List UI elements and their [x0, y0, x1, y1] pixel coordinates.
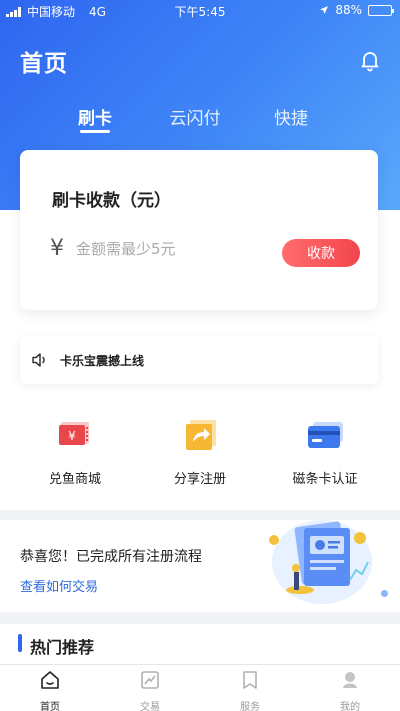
nav-trade[interactable]: 交易 — [100, 669, 200, 711]
announcement-bar[interactable]: 卡乐宝震撼上线 — [20, 336, 378, 384]
amount-input[interactable] — [76, 240, 276, 258]
shop-icon: ¥ — [59, 422, 89, 445]
payment-tabs: 刷卡 云闪付 快捷 — [0, 104, 400, 140]
nav-service-label: 服务 — [240, 702, 260, 711]
tab-swipe-card[interactable]: 刷卡 — [50, 104, 140, 129]
hot-recommend-header: 热门推荐 — [0, 624, 400, 664]
section-title: 热门推荐 — [30, 638, 95, 657]
nav-home[interactable]: 首页 — [0, 669, 100, 711]
service-icon — [243, 671, 257, 689]
announcement-text: 卡乐宝震撼上线 — [60, 354, 145, 368]
payment-card: 刷卡收款（元） ¥ 收款 — [20, 150, 378, 310]
nav-service[interactable]: 服务 — [200, 669, 300, 711]
payment-card-title: 刷卡收款（元） — [52, 191, 171, 211]
share-icon — [186, 420, 216, 450]
function-card-auth[interactable]: 磁条卡认证 — [265, 414, 385, 487]
function-share[interactable]: 分享注册 — [140, 414, 260, 487]
collect-button[interactable]: 收款 — [282, 239, 360, 267]
tab-cloud-quickpass[interactable]: 云闪付 — [150, 104, 240, 129]
promo-title: 恭喜您！已完成所有注册流程 — [20, 549, 202, 565]
section-divider-2 — [0, 612, 400, 624]
function-share-label: 分享注册 — [173, 472, 226, 487]
promo-banner[interactable]: 恭喜您！已完成所有注册流程 查看如何交易 — [0, 520, 400, 612]
registration-illustration — [269, 520, 372, 604]
bell-icon[interactable] — [358, 48, 382, 72]
carousel-indicator — [381, 590, 388, 597]
function-shop-label: 兑鱼商城 — [48, 472, 101, 487]
location-arrow-icon — [320, 6, 329, 14]
battery-percent: 88% — [335, 3, 362, 17]
nav-profile[interactable]: 我的 — [300, 669, 400, 711]
profile-icon — [343, 672, 357, 688]
nav-trade-label: 交易 — [140, 702, 160, 711]
tab-quick-pay[interactable]: 快捷 — [246, 104, 336, 129]
nav-profile-label: 我的 — [340, 702, 360, 711]
section-accent-bar — [18, 634, 22, 652]
page-title: 首页 — [20, 51, 68, 77]
card-icon — [308, 422, 343, 448]
speaker-icon — [32, 353, 45, 367]
nav-home-label: 首页 — [40, 702, 60, 711]
promo-link[interactable]: 查看如何交易 — [20, 576, 98, 595]
home-icon — [41, 671, 59, 689]
battery-icon — [368, 4, 394, 16]
function-shop[interactable]: ¥ 兑鱼商城 — [15, 414, 135, 487]
active-tab-indicator — [80, 130, 110, 133]
currency-symbol: ¥ — [50, 236, 64, 261]
bottom-nav: 首页 交易 服务 我的 — [0, 664, 400, 711]
trade-icon — [141, 671, 159, 689]
status-bar: 中国移动 4G 下午5:45 88% — [0, 0, 400, 20]
svg-text:¥: ¥ — [68, 429, 76, 443]
function-card-auth-label: 磁条卡认证 — [292, 472, 358, 487]
